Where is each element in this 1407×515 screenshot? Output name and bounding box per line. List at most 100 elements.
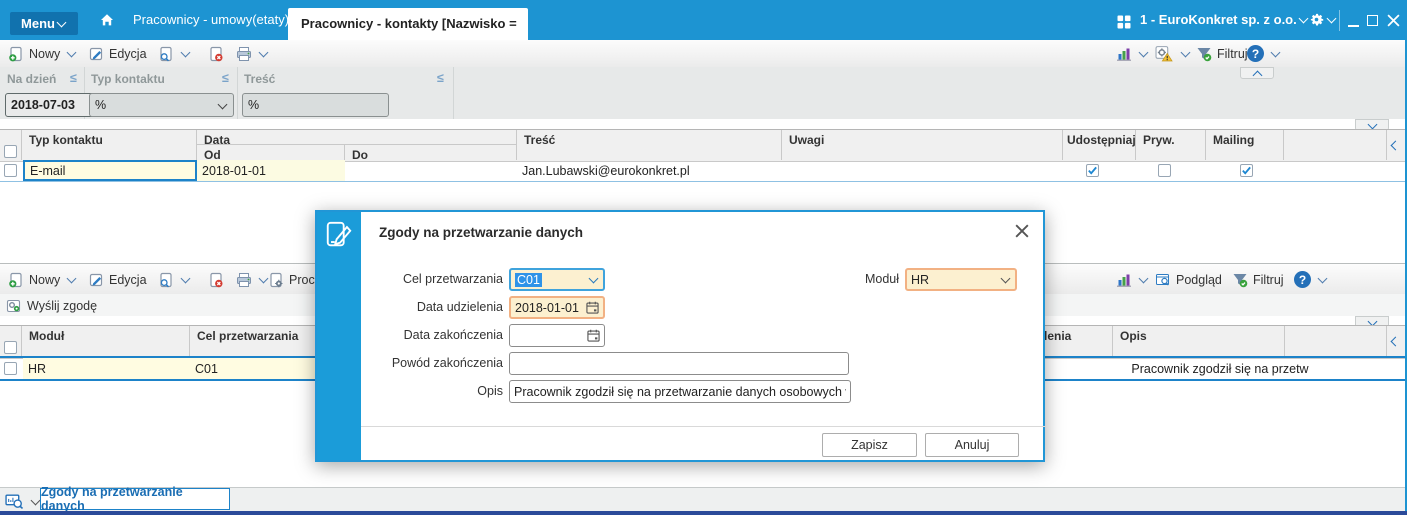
contacts-grid-row[interactable]: E-mail 2018-01-01 Jan.Lubawski@eurokonkr… bbox=[0, 160, 1405, 182]
related-views-button[interactable] bbox=[5, 491, 41, 512]
grid-settings-button[interactable] bbox=[1154, 43, 1191, 64]
minimize-button[interactable] bbox=[1348, 25, 1359, 27]
column-header-uwagi[interactable]: Uwagi bbox=[782, 130, 1063, 160]
company-selector[interactable]: 1 - EuroKonkret sp. z o.o. bbox=[1140, 12, 1309, 27]
chart-button[interactable] bbox=[1116, 43, 1149, 64]
column-header-mailing[interactable]: Mailing bbox=[1206, 130, 1284, 160]
field-label-cel: Cel przetwarzania bbox=[402, 272, 503, 286]
data-zakonczenia-input[interactable] bbox=[509, 324, 605, 347]
filter-panel: Na dzień ≤ Typ kontaktu ≤ Treść ≤ 2018-0… bbox=[0, 67, 1405, 119]
tab-zgody-na-przetwarzanie-danych[interactable]: Zgody na przetwarzanie danych bbox=[40, 485, 230, 513]
close-icon bbox=[1015, 224, 1029, 238]
chevron-down-icon bbox=[217, 99, 228, 109]
filter-operator[interactable]: ≤ bbox=[222, 71, 229, 85]
help-button[interactable]: ? bbox=[1247, 43, 1281, 64]
checkbox-udostepniaj-checked[interactable] bbox=[1086, 164, 1099, 177]
home-icon bbox=[101, 14, 113, 26]
maximize-button[interactable] bbox=[1367, 15, 1378, 26]
chevron-down-icon bbox=[30, 495, 41, 506]
select-all-checkbox[interactable] bbox=[4, 341, 17, 354]
chart-button[interactable] bbox=[1116, 269, 1149, 290]
column-header-udostepniaj[interactable]: Udostępniaj bbox=[1063, 130, 1136, 160]
powod-zakonczenia-input[interactable] bbox=[509, 352, 849, 375]
filter-operator[interactable]: ≤ bbox=[70, 71, 77, 85]
column-header-pryw[interactable]: Pryw. bbox=[1136, 130, 1206, 160]
chevron-up-icon bbox=[1252, 70, 1263, 81]
cell-typ-kontaktu[interactable]: E-mail bbox=[23, 160, 197, 181]
new-button[interactable]: Nowy bbox=[8, 43, 77, 64]
column-header-tresc[interactable]: Treść bbox=[517, 130, 782, 160]
screen-magnifier-icon bbox=[5, 494, 24, 510]
window-magnifier-icon bbox=[1156, 273, 1169, 285]
content-filter-input[interactable]: % bbox=[242, 93, 389, 117]
new-button[interactable]: Nowy bbox=[8, 269, 77, 290]
preview-document-button[interactable] bbox=[158, 43, 191, 64]
chevron-down-icon bbox=[1000, 273, 1011, 284]
close-window-button[interactable] bbox=[1387, 14, 1400, 30]
edit-button[interactable]: Edycja bbox=[88, 269, 147, 290]
cell-opis[interactable]: Pracownik zgodził się na przetw bbox=[1050, 358, 1390, 379]
column-header-opis[interactable]: Opis bbox=[1113, 326, 1285, 357]
chevron-down-icon bbox=[66, 47, 77, 58]
dialog-close-button[interactable] bbox=[1011, 220, 1033, 242]
tab-pracownicy-kontakty[interactable]: Pracownicy - kontakty [Nazwisko = bbox=[288, 8, 528, 40]
cancel-button[interactable]: Anuluj bbox=[925, 433, 1019, 457]
column-header-od[interactable]: Od bbox=[197, 145, 345, 160]
filter-button[interactable]: Filtruj bbox=[1196, 43, 1248, 64]
collapse-side-panel-button[interactable] bbox=[1387, 130, 1404, 160]
collapse-side-panel-button[interactable] bbox=[1387, 326, 1404, 357]
delete-button[interactable] bbox=[208, 269, 224, 290]
calendar-icon bbox=[586, 301, 599, 314]
field-label-data-zakonczenia: Data zakończenia bbox=[403, 328, 503, 342]
print-button[interactable] bbox=[236, 43, 269, 64]
column-header-empty bbox=[1284, 130, 1387, 160]
column-header-modul[interactable]: Moduł bbox=[22, 326, 190, 357]
checkbox-mailing-checked[interactable] bbox=[1240, 164, 1253, 177]
column-header-data[interactable]: Data bbox=[197, 130, 517, 145]
select-all-column[interactable] bbox=[0, 326, 22, 357]
select-all-column[interactable] bbox=[0, 130, 22, 160]
menu-button[interactable]: Menu bbox=[10, 12, 78, 35]
print-button[interactable] bbox=[236, 269, 269, 290]
preview-button[interactable]: Podgląd bbox=[1155, 269, 1222, 290]
apps-button[interactable] bbox=[1117, 15, 1131, 32]
modul-select[interactable]: HR bbox=[905, 268, 1017, 291]
chevron-down-icon bbox=[1367, 119, 1378, 130]
data-udzielenia-input[interactable]: 2018-01-01 bbox=[509, 296, 605, 319]
select-all-checkbox[interactable] bbox=[4, 145, 17, 158]
toolbar-contacts: Nowy Edycja Filtruj ? bbox=[0, 40, 1405, 68]
new-document-icon bbox=[9, 272, 22, 287]
send-consent-button[interactable]: Wyślij zgodę bbox=[6, 295, 97, 316]
chevron-down-icon bbox=[1180, 47, 1191, 58]
column-header-do[interactable]: Do bbox=[345, 145, 517, 160]
chevron-left-icon bbox=[1390, 140, 1401, 150]
field-label-powod: Powód zakończenia bbox=[391, 356, 503, 370]
contact-type-filter-select[interactable]: % bbox=[89, 93, 234, 117]
cell-od[interactable]: 2018-01-01 bbox=[197, 160, 345, 181]
help-button[interactable]: ? bbox=[1294, 269, 1328, 290]
cell-modul[interactable]: HR bbox=[23, 358, 190, 379]
divider bbox=[361, 426, 1045, 427]
divider bbox=[237, 67, 238, 119]
cell-tresc[interactable]: Jan.Lubawski@eurokonkret.pl bbox=[517, 160, 782, 181]
cel-przetwarzania-select[interactable]: C01 bbox=[509, 268, 605, 291]
tab-pracownicy-umowy[interactable]: Pracownicy - umowy(etaty) bbox=[133, 12, 289, 27]
column-header-typ-kontaktu[interactable]: Typ kontaktu bbox=[22, 130, 197, 160]
field-label-modul: Moduł bbox=[864, 272, 899, 286]
save-button[interactable]: Zapisz bbox=[822, 433, 917, 457]
settings-button[interactable] bbox=[1308, 11, 1337, 28]
preview-document-button[interactable] bbox=[158, 269, 191, 290]
document-pencil-icon bbox=[326, 221, 352, 247]
row-checkbox[interactable] bbox=[4, 164, 17, 177]
checkbox-pryw-unchecked[interactable] bbox=[1158, 164, 1171, 177]
opis-input[interactable]: Pracownik zgodził się na przetwarzanie d… bbox=[509, 380, 851, 403]
gear-warning-icon bbox=[1155, 46, 1173, 62]
home-button[interactable] bbox=[99, 12, 115, 28]
edit-button[interactable]: Edycja bbox=[88, 43, 147, 64]
filter-operator[interactable]: ≤ bbox=[437, 71, 444, 85]
filter-button[interactable]: Filtruj bbox=[1232, 269, 1284, 290]
cell-do[interactable] bbox=[345, 160, 517, 181]
delete-button[interactable] bbox=[208, 43, 224, 64]
row-checkbox[interactable] bbox=[4, 362, 17, 375]
collapse-filter-panel-button[interactable] bbox=[1240, 67, 1274, 81]
